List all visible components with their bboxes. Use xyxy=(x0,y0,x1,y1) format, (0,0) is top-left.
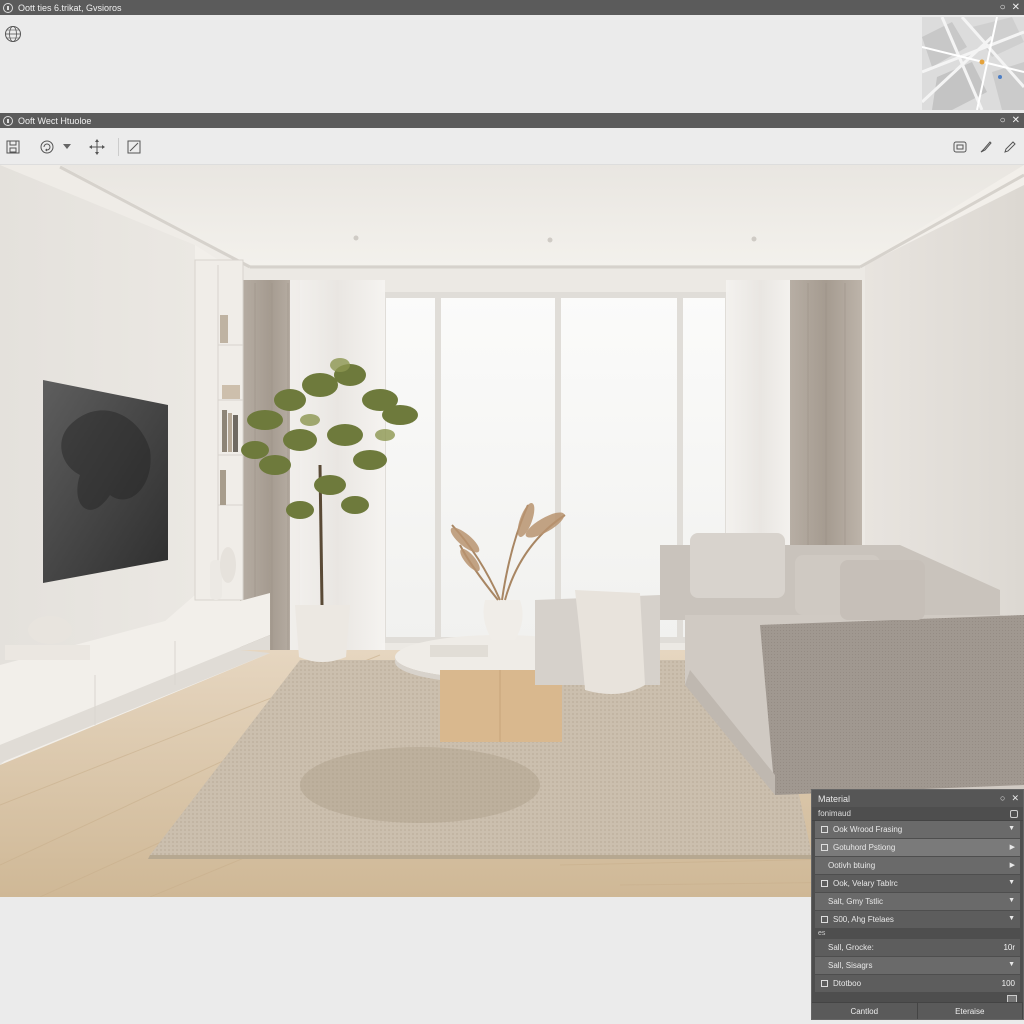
close-button[interactable]: ✕ xyxy=(1012,2,1020,13)
window-titlebar: Oott ties 6.trikat, Gvsioros ○ ✕ xyxy=(0,0,1024,15)
checkbox-icon[interactable] xyxy=(821,916,828,923)
value-row[interactable]: Sall, Sisagrs ▼ xyxy=(815,957,1020,974)
map-panel xyxy=(0,15,1024,112)
erase-button[interactable]: Eteraise xyxy=(918,1003,1023,1019)
panel-minimize-button[interactable]: ○ xyxy=(1000,793,1005,804)
window-title: Oott ties 6.trikat, Gvsioros xyxy=(18,2,122,13)
rotate-icon[interactable] xyxy=(38,138,56,156)
value-row[interactable]: Dtotboo 100 xyxy=(815,975,1020,992)
value-row-value[interactable]: 100 xyxy=(1002,979,1015,988)
map-thumbnail[interactable] xyxy=(922,17,1024,110)
editor-toolbar xyxy=(0,129,1024,165)
chevron-right-icon: ▶ xyxy=(1009,862,1015,869)
app-icon xyxy=(3,115,13,126)
brush-icon[interactable] xyxy=(977,138,995,156)
checkbox-icon[interactable] xyxy=(821,826,828,833)
close-button[interactable]: ✕ xyxy=(1012,115,1020,126)
chevron-down-icon: ▼ xyxy=(1008,879,1015,886)
edit-icon[interactable] xyxy=(118,138,142,156)
panel-close-button[interactable]: ✕ xyxy=(1011,793,1019,804)
minimize-button[interactable]: ○ xyxy=(1000,2,1006,13)
section-label: es xyxy=(818,930,826,937)
save-icon[interactable] xyxy=(4,138,22,156)
chevron-down-icon: ▼ xyxy=(1008,915,1015,922)
value-row-label: Sall, Grocke: xyxy=(828,943,874,952)
material-row[interactable]: Ook, Velary Tablrc ▼ xyxy=(815,875,1020,892)
value-row-label: Sall, Sisagrs xyxy=(828,961,873,970)
checkbox-icon[interactable] xyxy=(821,880,828,887)
material-panel-footer: Cantlod Eteraise xyxy=(812,1002,1023,1019)
move-icon[interactable] xyxy=(88,138,106,156)
material-row-label: Ook Wrood Frasing xyxy=(833,825,903,834)
material-row[interactable]: S00, Ahg Ftelaes ▼ xyxy=(815,911,1020,928)
material-row-label: Gotuhord Pstiong xyxy=(833,843,896,852)
material-row-label: Ook, Velary Tablrc xyxy=(833,879,898,888)
editor-title: Ooft Wect Htuoloe xyxy=(18,115,92,126)
cancel-button[interactable]: Cantlod xyxy=(812,1003,918,1019)
material-row-label: Ootivh btuing xyxy=(828,861,876,870)
chevron-right-icon: ▶ xyxy=(1009,844,1015,851)
material-row[interactable]: Gotuhord Pstiong ▶ xyxy=(815,839,1020,856)
room-render xyxy=(0,165,1024,897)
material-row[interactable]: Ook Wrood Frasing ▼ xyxy=(815,821,1020,838)
material-panel: Material ○ ✕ fonimaud Ook Wrood Frasing ▼… xyxy=(811,789,1024,1020)
value-row-value[interactable]: 10r xyxy=(1003,943,1015,952)
chevron-down-icon: ▼ xyxy=(1008,825,1015,832)
dropdown-icon[interactable] xyxy=(60,138,74,156)
material-panel-header: Material ○ ✕ xyxy=(812,790,1023,807)
app-icon xyxy=(3,2,13,13)
material-row-label: Salt, Gmy Tstlic xyxy=(828,897,883,906)
chevron-down-icon: ▼ xyxy=(1008,961,1015,968)
value-row[interactable]: Sall, Grocke: 10r xyxy=(815,939,1020,956)
globe-icon[interactable] xyxy=(4,25,22,43)
render-viewport[interactable] xyxy=(0,165,1024,897)
editor-titlebar: Ooft Wect Htuoloe ○ ✕ xyxy=(0,113,1024,128)
value-row-label: Dtotboo xyxy=(833,979,862,988)
chevron-down-icon: ▼ xyxy=(1008,897,1015,904)
checkbox-icon[interactable] xyxy=(821,844,828,851)
pencil-icon[interactable] xyxy=(1001,138,1019,156)
material-row[interactable]: Salt, Gmy Tstlic ▼ xyxy=(815,893,1020,910)
material-panel-title: Material xyxy=(818,793,851,804)
checkbox-icon[interactable] xyxy=(821,980,828,987)
material-row[interactable]: Ootivh btuing ▶ xyxy=(815,857,1020,874)
material-panel-subtitle: fonimaud xyxy=(818,809,851,818)
material-row-label: S00, Ahg Ftelaes xyxy=(833,915,894,924)
info-icon[interactable] xyxy=(1010,810,1018,818)
minimize-button[interactable]: ○ xyxy=(1000,115,1006,126)
material-panel-subheader: fonimaud xyxy=(812,807,1023,821)
screen-icon[interactable] xyxy=(951,138,969,156)
